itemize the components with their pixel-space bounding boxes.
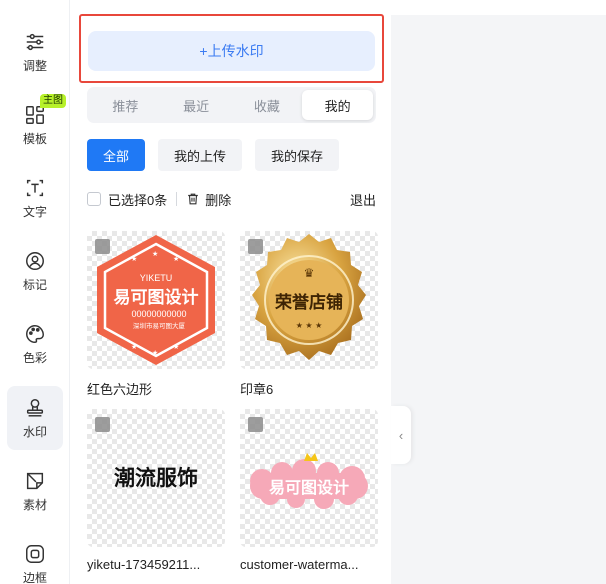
sticker-icon <box>26 472 44 489</box>
watermark-name: customer-waterma... <box>240 557 359 572</box>
svg-text:♛: ♛ <box>304 266 315 280</box>
svg-text:00000000000: 00000000000 <box>131 309 186 319</box>
new-badge: 主图 <box>40 94 66 108</box>
svg-text:易可图设计: 易可图设计 <box>114 287 199 308</box>
exit-button[interactable]: 退出 <box>350 190 376 209</box>
watermark-panel: +上传水印 推荐 最近 收藏 我的 全部 我的上传 我的保存 已选择0条 删除 … <box>70 0 391 584</box>
svg-text:★: ★ <box>173 255 179 263</box>
svg-text:易可图设计: 易可图设计 <box>269 478 349 497</box>
trash-icon[interactable] <box>186 192 200 206</box>
svg-text:★: ★ <box>131 255 137 263</box>
rail-item-watermark[interactable]: 水印 <box>7 386 63 450</box>
canvas-area[interactable] <box>391 15 606 584</box>
watermark-card[interactable]: 潮流服饰 yiketu-173459211... <box>87 409 225 572</box>
app-window: 调整 模板 主图 文字 标记 色彩 水印 素材 边框 +上传水印 推荐 最近 收… <box>0 0 606 584</box>
selected-count: 已选择0条 <box>108 192 168 208</box>
palette-icon <box>26 324 44 343</box>
marker-icon <box>26 251 44 270</box>
svg-text:荣誉店铺: 荣誉店铺 <box>274 292 343 313</box>
rail-label: 标记 <box>22 277 47 292</box>
rail-item-material[interactable]: 素材 <box>7 459 63 523</box>
watermark-thumbnail[interactable]: ♛ 荣誉店铺 ★ ★ ★ <box>240 231 378 369</box>
sliders-icon <box>26 33 44 50</box>
item-checkbox[interactable] <box>95 417 110 432</box>
rail-item-color[interactable]: 色彩 <box>7 312 63 376</box>
tab-mine[interactable]: 我的 <box>302 90 373 120</box>
watermark-card[interactable]: ♛ 荣誉店铺 ★ ★ ★ 印章6 <box>240 231 378 398</box>
rail-item-adjust[interactable]: 调整 <box>7 20 63 84</box>
delete-button[interactable]: 删除 <box>205 190 231 209</box>
tool-rail: 调整 模板 主图 文字 标记 色彩 水印 素材 边框 <box>0 0 70 584</box>
rail-label: 边框 <box>22 570 47 584</box>
frame-icon <box>26 544 44 563</box>
rail-label: 模板 <box>22 131 47 146</box>
tab-recommended[interactable]: 推荐 <box>90 90 161 120</box>
item-checkbox[interactable] <box>248 239 263 254</box>
rail-label: 文字 <box>22 204 47 219</box>
filter-all[interactable]: 全部 <box>87 139 146 171</box>
rail-item-frame[interactable]: 边框 <box>7 532 63 584</box>
item-checkbox[interactable] <box>248 417 263 432</box>
filter-chips: 全部 我的上传 我的保存 <box>87 139 340 171</box>
filter-my-saved[interactable]: 我的保存 <box>255 139 340 171</box>
watermark-thumbnail[interactable]: 潮流服饰 <box>87 409 225 547</box>
svg-text:YIKETU: YIKETU <box>140 273 173 283</box>
rail-label: 色彩 <box>22 350 47 365</box>
stamp-icon <box>26 398 44 417</box>
rail-label: 调整 <box>22 58 47 73</box>
svg-text:★: ★ <box>131 343 137 351</box>
watermark-thumbnail[interactable]: ★ ★ ★ ★ ★ ★ YIKETU 易可图设计 00000000000 深圳市… <box>87 231 225 369</box>
tab-recent[interactable]: 最近 <box>161 90 232 120</box>
watermark-name: 印章6 <box>240 382 274 397</box>
divider <box>176 192 178 206</box>
filter-my-uploads[interactable]: 我的上传 <box>158 139 243 171</box>
select-all-checkbox[interactable] <box>87 192 101 206</box>
rail-label: 素材 <box>22 497 47 512</box>
category-tabs: 推荐 最近 收藏 我的 <box>87 87 376 123</box>
svg-text:★: ★ <box>173 343 179 351</box>
item-checkbox[interactable] <box>95 239 110 254</box>
svg-text:深圳市易可图大厦: 深圳市易可图大厦 <box>133 321 186 330</box>
rail-item-text[interactable]: 文字 <box>7 166 63 230</box>
collapse-panel-button[interactable]: ‹ <box>391 406 411 464</box>
svg-text:★: ★ <box>152 250 158 258</box>
rail-label: 水印 <box>22 424 47 439</box>
watermark-card[interactable]: 易可图设计 customer-waterma... <box>240 409 378 572</box>
watermark-card[interactable]: ★ ★ ★ ★ ★ ★ YIKETU 易可图设计 00000000000 深圳市… <box>87 231 225 398</box>
selection-toolbar: 已选择0条 删除 退出 <box>87 188 376 210</box>
svg-text:潮流服饰: 潮流服饰 <box>114 466 198 490</box>
text-icon <box>26 179 44 196</box>
tab-favorites[interactable]: 收藏 <box>232 90 303 120</box>
chevron-left-icon: ‹ <box>398 427 404 443</box>
svg-text:★ ★ ★: ★ ★ ★ <box>296 321 323 330</box>
watermark-thumbnail[interactable]: 易可图设计 <box>240 409 378 547</box>
watermark-name: yiketu-173459211... <box>87 557 201 572</box>
svg-text:★: ★ <box>152 349 158 357</box>
upload-watermark-button[interactable]: +上传水印 <box>88 31 375 71</box>
rail-item-marker[interactable]: 标记 <box>7 239 63 303</box>
watermark-name: 红色六边形 <box>87 382 153 397</box>
